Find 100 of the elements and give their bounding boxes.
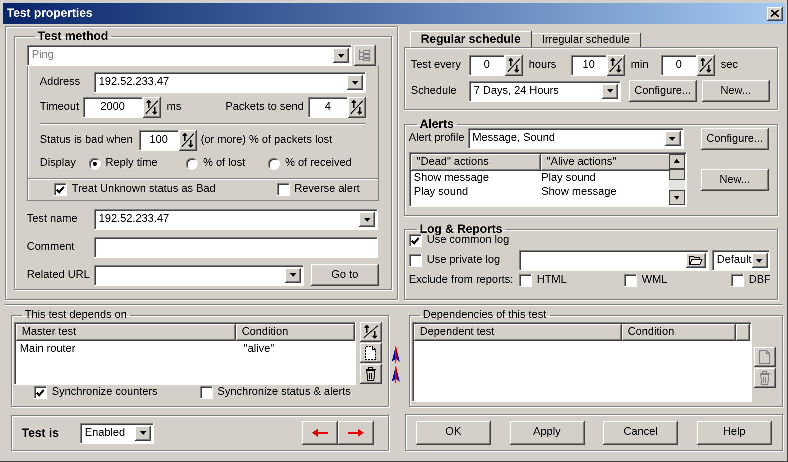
caret-icon <box>338 54 344 58</box>
caret-icon <box>756 258 764 262</box>
next-button[interactable] <box>338 421 374 445</box>
spin-button[interactable] <box>142 97 161 118</box>
field-label: (or more) % of packets lost <box>200 134 332 147</box>
checkbox-label[interactable]: Use private log <box>427 254 500 267</box>
dialog-button[interactable]: Cancel <box>603 420 678 444</box>
checkbox-label[interactable]: Reverse alert <box>294 183 360 196</box>
column-header[interactable]: Dependent test <box>414 324 622 341</box>
spin-button[interactable] <box>697 55 715 76</box>
number-field[interactable]: 4 <box>308 97 348 118</box>
new-button[interactable]: New... <box>702 80 770 102</box>
dialog-button[interactable]: Apply <box>510 420 585 444</box>
spin-button[interactable] <box>607 55 625 76</box>
checkbox-label[interactable]: Synchronize counters <box>52 386 158 399</box>
log-format-dropdown[interactable]: Default <box>712 250 770 271</box>
radio-label[interactable]: Reply time <box>106 157 158 170</box>
table-cell-text: Main router <box>20 342 77 356</box>
number-field[interactable]: 100 <box>138 130 179 151</box>
radio-button[interactable] <box>186 158 198 170</box>
checkbox-label[interactable]: DBF <box>749 274 771 287</box>
checkbox-label[interactable]: Treat Unknown status as Bad <box>72 183 216 196</box>
sort-button[interactable] <box>360 322 382 342</box>
schedule-dropdown[interactable]: 7 Days, 24 Hours <box>469 80 621 102</box>
new-button[interactable]: New... <box>701 169 769 191</box>
folder-icon <box>689 255 703 266</box>
table-cell-text: Play sound <box>414 186 470 198</box>
dialog-button[interactable]: OK <box>416 420 491 444</box>
number-field[interactable]: 2000 <box>82 97 143 118</box>
checkbox-label[interactable]: HTML <box>537 274 567 287</box>
dropdown-button[interactable] <box>359 212 375 227</box>
trash-icon <box>759 370 771 386</box>
group-title: This test depends on <box>24 309 128 322</box>
document-icon <box>364 346 378 360</box>
checkbox[interactable] <box>276 183 290 196</box>
url-dropdown[interactable] <box>94 264 304 286</box>
caret-icon <box>364 218 370 222</box>
check-icon <box>411 236 420 244</box>
radio-button[interactable] <box>268 158 280 170</box>
dropdown-button[interactable] <box>347 75 363 90</box>
checkbox[interactable] <box>731 274 744 287</box>
close-icon <box>771 10 779 17</box>
radio-label[interactable]: % of lost <box>203 157 246 170</box>
comment-field[interactable] <box>94 237 378 258</box>
spin-button[interactable] <box>178 130 197 151</box>
scrollbar[interactable] <box>669 154 685 205</box>
tab[interactable]: Regular schedule <box>410 31 532 47</box>
spin-button[interactable] <box>348 97 366 118</box>
go-to-button[interactable]: Go to <box>311 264 379 286</box>
radio-button[interactable] <box>88 158 101 170</box>
column-header[interactable]: Condition <box>622 324 736 341</box>
number-field[interactable]: 0 <box>469 55 505 76</box>
number-field[interactable]: 0 <box>661 55 697 76</box>
radio-label[interactable]: % of received <box>285 157 352 170</box>
up-down-arrows-icon <box>609 58 623 73</box>
field-label: Test name <box>27 213 79 226</box>
field-label: Schedule <box>411 84 458 98</box>
checkbox-label[interactable]: Synchronize status & alerts <box>218 386 352 399</box>
checkbox[interactable] <box>519 274 532 287</box>
up-down-arrows-icon <box>699 58 713 73</box>
group-title: Log & Reports <box>419 223 503 236</box>
status-dropdown[interactable]: Enabled <box>80 422 154 444</box>
dropdown-button[interactable] <box>602 84 618 98</box>
dropdown-button[interactable] <box>135 426 151 440</box>
checkbox-label[interactable]: Use common log <box>427 234 510 247</box>
address-dropdown[interactable]: 192.52.233.47 <box>94 72 366 93</box>
tab[interactable]: Irregular schedule <box>532 33 642 47</box>
column-header[interactable]: "Alive actions" <box>541 154 669 171</box>
table-cell-text: "alive" <box>244 342 276 356</box>
dropdown-button[interactable] <box>752 253 768 268</box>
previous-button[interactable] <box>302 421 338 445</box>
number-field[interactable]: 10 <box>571 55 607 76</box>
dropdown-button[interactable] <box>664 131 681 146</box>
checkbox-label[interactable]: WML <box>642 274 668 287</box>
checkbox[interactable] <box>409 234 422 247</box>
checkbox[interactable] <box>200 386 213 399</box>
configure-button[interactable]: Configure... <box>701 128 769 150</box>
dialog-button[interactable]: Help <box>696 420 772 444</box>
checkbox[interactable] <box>624 274 637 287</box>
tree-button[interactable] <box>354 45 376 66</box>
log-file-field[interactable] <box>519 250 709 271</box>
close-button[interactable] <box>767 6 783 20</box>
field-label: sec <box>721 59 738 72</box>
checkbox[interactable] <box>409 254 422 267</box>
column-header[interactable]: Master test <box>16 324 236 341</box>
column-header[interactable]: "Dead" actions <box>411 154 541 171</box>
test-name-dropdown[interactable]: 192.52.233.47 <box>94 209 378 230</box>
alert-profile-dropdown[interactable]: Message, Sound <box>468 128 684 149</box>
delete-button[interactable] <box>360 364 382 384</box>
column-header[interactable]: Condition <box>236 324 355 341</box>
field-label: Comment <box>27 241 76 254</box>
configure-button[interactable]: Configure... <box>629 80 697 102</box>
spin-button[interactable] <box>505 55 523 76</box>
new-button[interactable] <box>360 343 382 363</box>
checkbox[interactable] <box>34 386 47 399</box>
field-label: Test every <box>411 59 462 72</box>
checkbox[interactable] <box>54 183 67 196</box>
dropdown-button[interactable] <box>285 268 301 282</box>
browse-button[interactable] <box>686 253 706 268</box>
field-label: hours <box>529 59 558 72</box>
